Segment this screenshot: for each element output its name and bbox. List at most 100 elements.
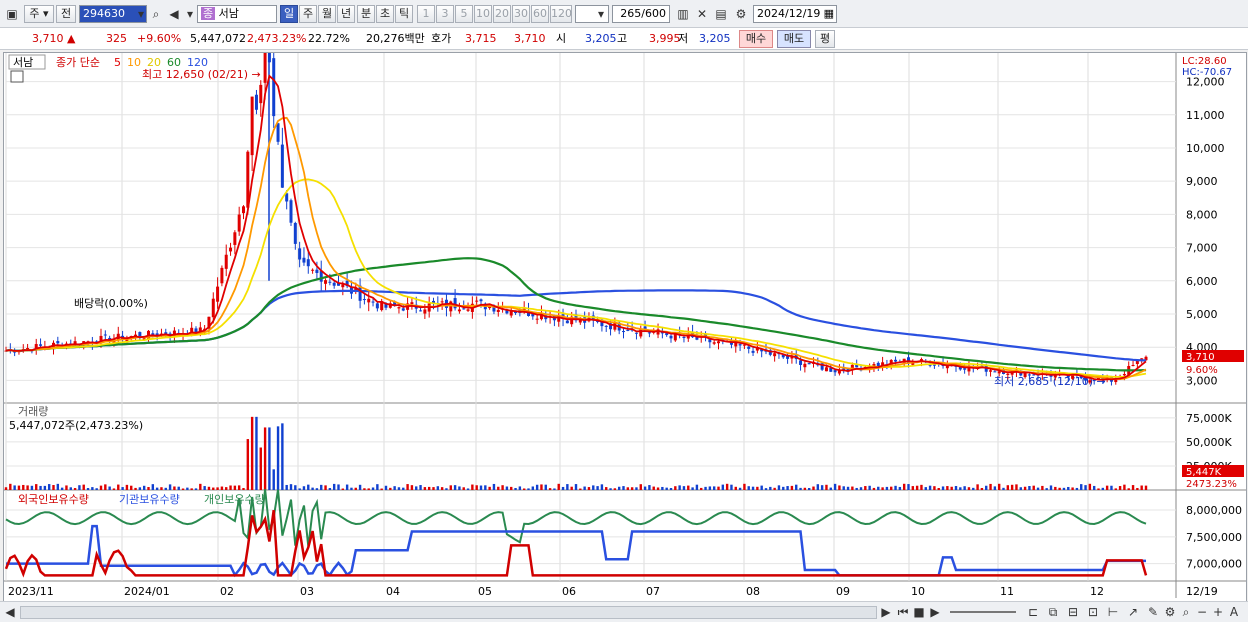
- font-size-icon[interactable]: A: [1226, 603, 1242, 621]
- volume-bar: [358, 484, 362, 490]
- calendar-icon[interactable]: ▦: [824, 6, 834, 22]
- interval-1-button[interactable]: 1: [417, 5, 435, 23]
- market-select[interactable]: 주 ▾: [24, 5, 54, 23]
- dividend-annotation: 배당락(0.00%): [74, 297, 148, 310]
- draw-icon[interactable]: ✎: [1145, 603, 1161, 621]
- volume-bar: [1101, 487, 1105, 490]
- stop-icon[interactable]: ■: [911, 603, 927, 621]
- tool-icon-3[interactable]: ⊟: [1065, 603, 1081, 621]
- volume-bar: [1092, 485, 1096, 490]
- current-price: 3,710: [32, 32, 64, 45]
- x-tick-label: 02: [220, 585, 234, 598]
- volume-bar: [989, 483, 992, 490]
- volume-bar: [173, 486, 176, 490]
- volume-bar: [138, 487, 142, 490]
- settings-icon[interactable]: ⚙: [1162, 603, 1178, 621]
- save-icon[interactable]: ▤: [713, 5, 729, 23]
- chart-area[interactable]: 서남 종가 단순 5 10 20 60 120 최고 12,650 (02/21…: [3, 17, 1247, 610]
- interval-120-button[interactable]: 120: [550, 5, 572, 23]
- volume-bar: [39, 485, 42, 490]
- zoom-in-icon[interactable]: +: [1210, 603, 1226, 621]
- volume-bar: [1045, 488, 1048, 490]
- volume-bar: [514, 488, 517, 490]
- data-count-field[interactable]: 265/600: [612, 5, 670, 23]
- trend-icon[interactable]: ↗: [1125, 603, 1141, 621]
- tool-icon-4[interactable]: ⊡: [1085, 603, 1101, 621]
- zoom-slider[interactable]: [950, 611, 1016, 613]
- volume-bar: [155, 487, 159, 490]
- interval-3-button[interactable]: 3: [436, 5, 454, 23]
- volume-bar: [1097, 488, 1100, 490]
- volume-bar: [1110, 485, 1113, 490]
- period-tick-button[interactable]: 틱: [395, 5, 413, 23]
- volume-bar: [134, 487, 137, 490]
- volume-bar: [959, 487, 962, 490]
- candle-body: [626, 329, 630, 331]
- candle-type-icon[interactable]: ▥: [675, 5, 691, 23]
- period-second-button[interactable]: 초: [376, 5, 394, 23]
- interval-20-button[interactable]: 20: [493, 5, 511, 23]
- zoom-search-icon[interactable]: ⌕: [1178, 603, 1194, 621]
- volume-bar: [868, 485, 871, 490]
- rewind-icon[interactable]: ⏮: [895, 603, 911, 621]
- volume-bar: [972, 487, 975, 490]
- volume-bar: [52, 485, 55, 490]
- open-label: 시: [556, 32, 567, 45]
- interval-5-button[interactable]: 5: [455, 5, 473, 23]
- date-value: 2024/12/19: [757, 7, 821, 20]
- zoom-out-icon[interactable]: −: [1194, 603, 1210, 621]
- tool-icon-2[interactable]: ⧉: [1045, 603, 1061, 621]
- volume-bar: [872, 487, 876, 490]
- period-day-button[interactable]: 일: [280, 5, 298, 23]
- interval-10-button[interactable]: 10: [474, 5, 492, 23]
- interval-60-button[interactable]: 60: [531, 5, 549, 23]
- period-month-button[interactable]: 월: [318, 5, 336, 23]
- bottom-scrollbar[interactable]: ◀ ▶ ⏮ ■ ▶ ⊏ ⧉ ⊟ ⊡ ⊢ ↗ ✎ ⚙ ⌕ − + A: [0, 601, 1248, 622]
- period-minute-button[interactable]: 분: [357, 5, 375, 23]
- volume-bar: [117, 484, 120, 490]
- play-icon[interactable]: ▶: [927, 603, 943, 621]
- period-week-button[interactable]: 주: [299, 5, 317, 23]
- window-menu-icon[interactable]: ▣: [4, 5, 20, 23]
- volume-y-tick: 75,000K: [1186, 412, 1232, 425]
- evaluation-button[interactable]: 평: [815, 30, 835, 48]
- volume-bar: [920, 484, 923, 490]
- volume-bar: [738, 487, 742, 490]
- stock-name-field[interactable]: 종 서남: [197, 5, 277, 23]
- volume-bar: [95, 488, 98, 490]
- volume-bar: [535, 484, 539, 490]
- tool-icon-5[interactable]: ⊢: [1105, 603, 1121, 621]
- code-dropdown-icon[interactable]: ▾: [133, 5, 149, 23]
- scroll-left-icon[interactable]: ◀: [2, 603, 18, 621]
- sell-button[interactable]: 매도: [777, 30, 811, 48]
- custom-interval-dropdown-icon[interactable]: ▾: [593, 5, 609, 23]
- volume-bar: [229, 485, 232, 490]
- candle-body: [738, 344, 742, 346]
- buy-button[interactable]: 매수: [739, 30, 773, 48]
- volume-bar: [518, 486, 522, 490]
- volume-bar: [859, 487, 863, 490]
- volume-bar: [907, 484, 910, 490]
- x-tick-label: 03: [300, 585, 314, 598]
- speaker-icon[interactable]: ◀: [166, 5, 182, 23]
- date-field[interactable]: 2024/12/19 ▦: [753, 5, 837, 23]
- scroll-right-icon[interactable]: ▶: [878, 603, 894, 621]
- volume-bar: [967, 487, 971, 490]
- speaker-dropdown-icon[interactable]: ▾: [182, 5, 198, 23]
- interval-30-button[interactable]: 30: [512, 5, 530, 23]
- volume-bar: [466, 488, 470, 490]
- candle-body: [211, 298, 215, 318]
- chart-svg[interactable]: 서남 종가 단순 5 10 20 60 120 최고 12,650 (02/21…: [4, 17, 1246, 609]
- volume-bar: [609, 488, 612, 490]
- period-year-button[interactable]: 년: [337, 5, 355, 23]
- indicator-icon[interactable]: ✕: [694, 5, 710, 23]
- volume-bar: [462, 487, 465, 490]
- volume-bar: [1123, 484, 1126, 490]
- search-icon[interactable]: ⌕: [148, 5, 164, 23]
- scroll-track[interactable]: [20, 606, 877, 619]
- tool-icon-1[interactable]: ⊏: [1025, 603, 1041, 621]
- candle-body: [462, 308, 466, 310]
- volume-bar: [410, 485, 414, 490]
- settings-gear-icon[interactable]: ⚙: [733, 5, 749, 23]
- prev-button[interactable]: 전: [56, 5, 76, 23]
